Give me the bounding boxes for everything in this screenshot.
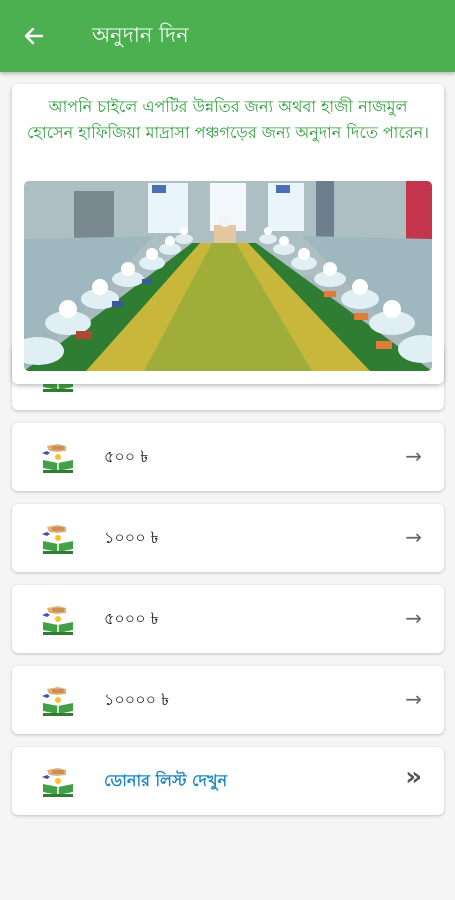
madrasa-photo (24, 181, 432, 371)
donation-amount-label: ১০০০ ৳ (104, 528, 159, 547)
donation-option-10000[interactable]: ১০০০০ ৳ → (12, 666, 444, 734)
arrow-right-icon: → (405, 606, 422, 630)
app-bar: অনুদান দিন (0, 0, 455, 72)
arrow-left-icon (24, 27, 44, 45)
back-button[interactable] (14, 18, 54, 54)
page-title: অনুদান দিন (92, 23, 189, 47)
donation-amount-label: ৫০০ ৳ (104, 447, 149, 466)
donor-list-label: ডোনার লিস্ট দেখুন (104, 771, 228, 790)
double-chevron-right-icon: » (405, 762, 422, 792)
donation-hand-book-icon (40, 684, 76, 718)
arrow-right-icon: → (405, 687, 422, 711)
donation-info-card: আপনি চাইলে এপটির উন্নতির জন্য অথবা হাজী … (12, 84, 444, 384)
madrasa-students-illustration (24, 181, 432, 371)
donation-option-1000[interactable]: ১০০০ ৳ → (12, 504, 444, 572)
donation-hand-book-icon (40, 441, 76, 475)
donation-message: আপনি চাইলে এপটির উন্নতির জন্য অথবা হাজী … (27, 97, 429, 142)
donation-amount-label: ১০০০০ ৳ (104, 690, 170, 709)
arrow-right-icon: → (405, 444, 422, 468)
donation-option-5000[interactable]: ৫০০০ ৳ → (12, 585, 444, 653)
donation-hand-book-icon (40, 603, 76, 637)
donor-list-button[interactable]: ডোনার লিস্ট দেখুন » (12, 747, 444, 815)
donation-amount-label: ৫০০০ ৳ (104, 609, 159, 628)
donation-hand-book-icon (40, 522, 76, 556)
donation-option-500[interactable]: ৫০০ ৳ → (12, 423, 444, 491)
arrow-right-icon: → (405, 525, 422, 549)
donation-hand-book-icon (40, 765, 76, 799)
